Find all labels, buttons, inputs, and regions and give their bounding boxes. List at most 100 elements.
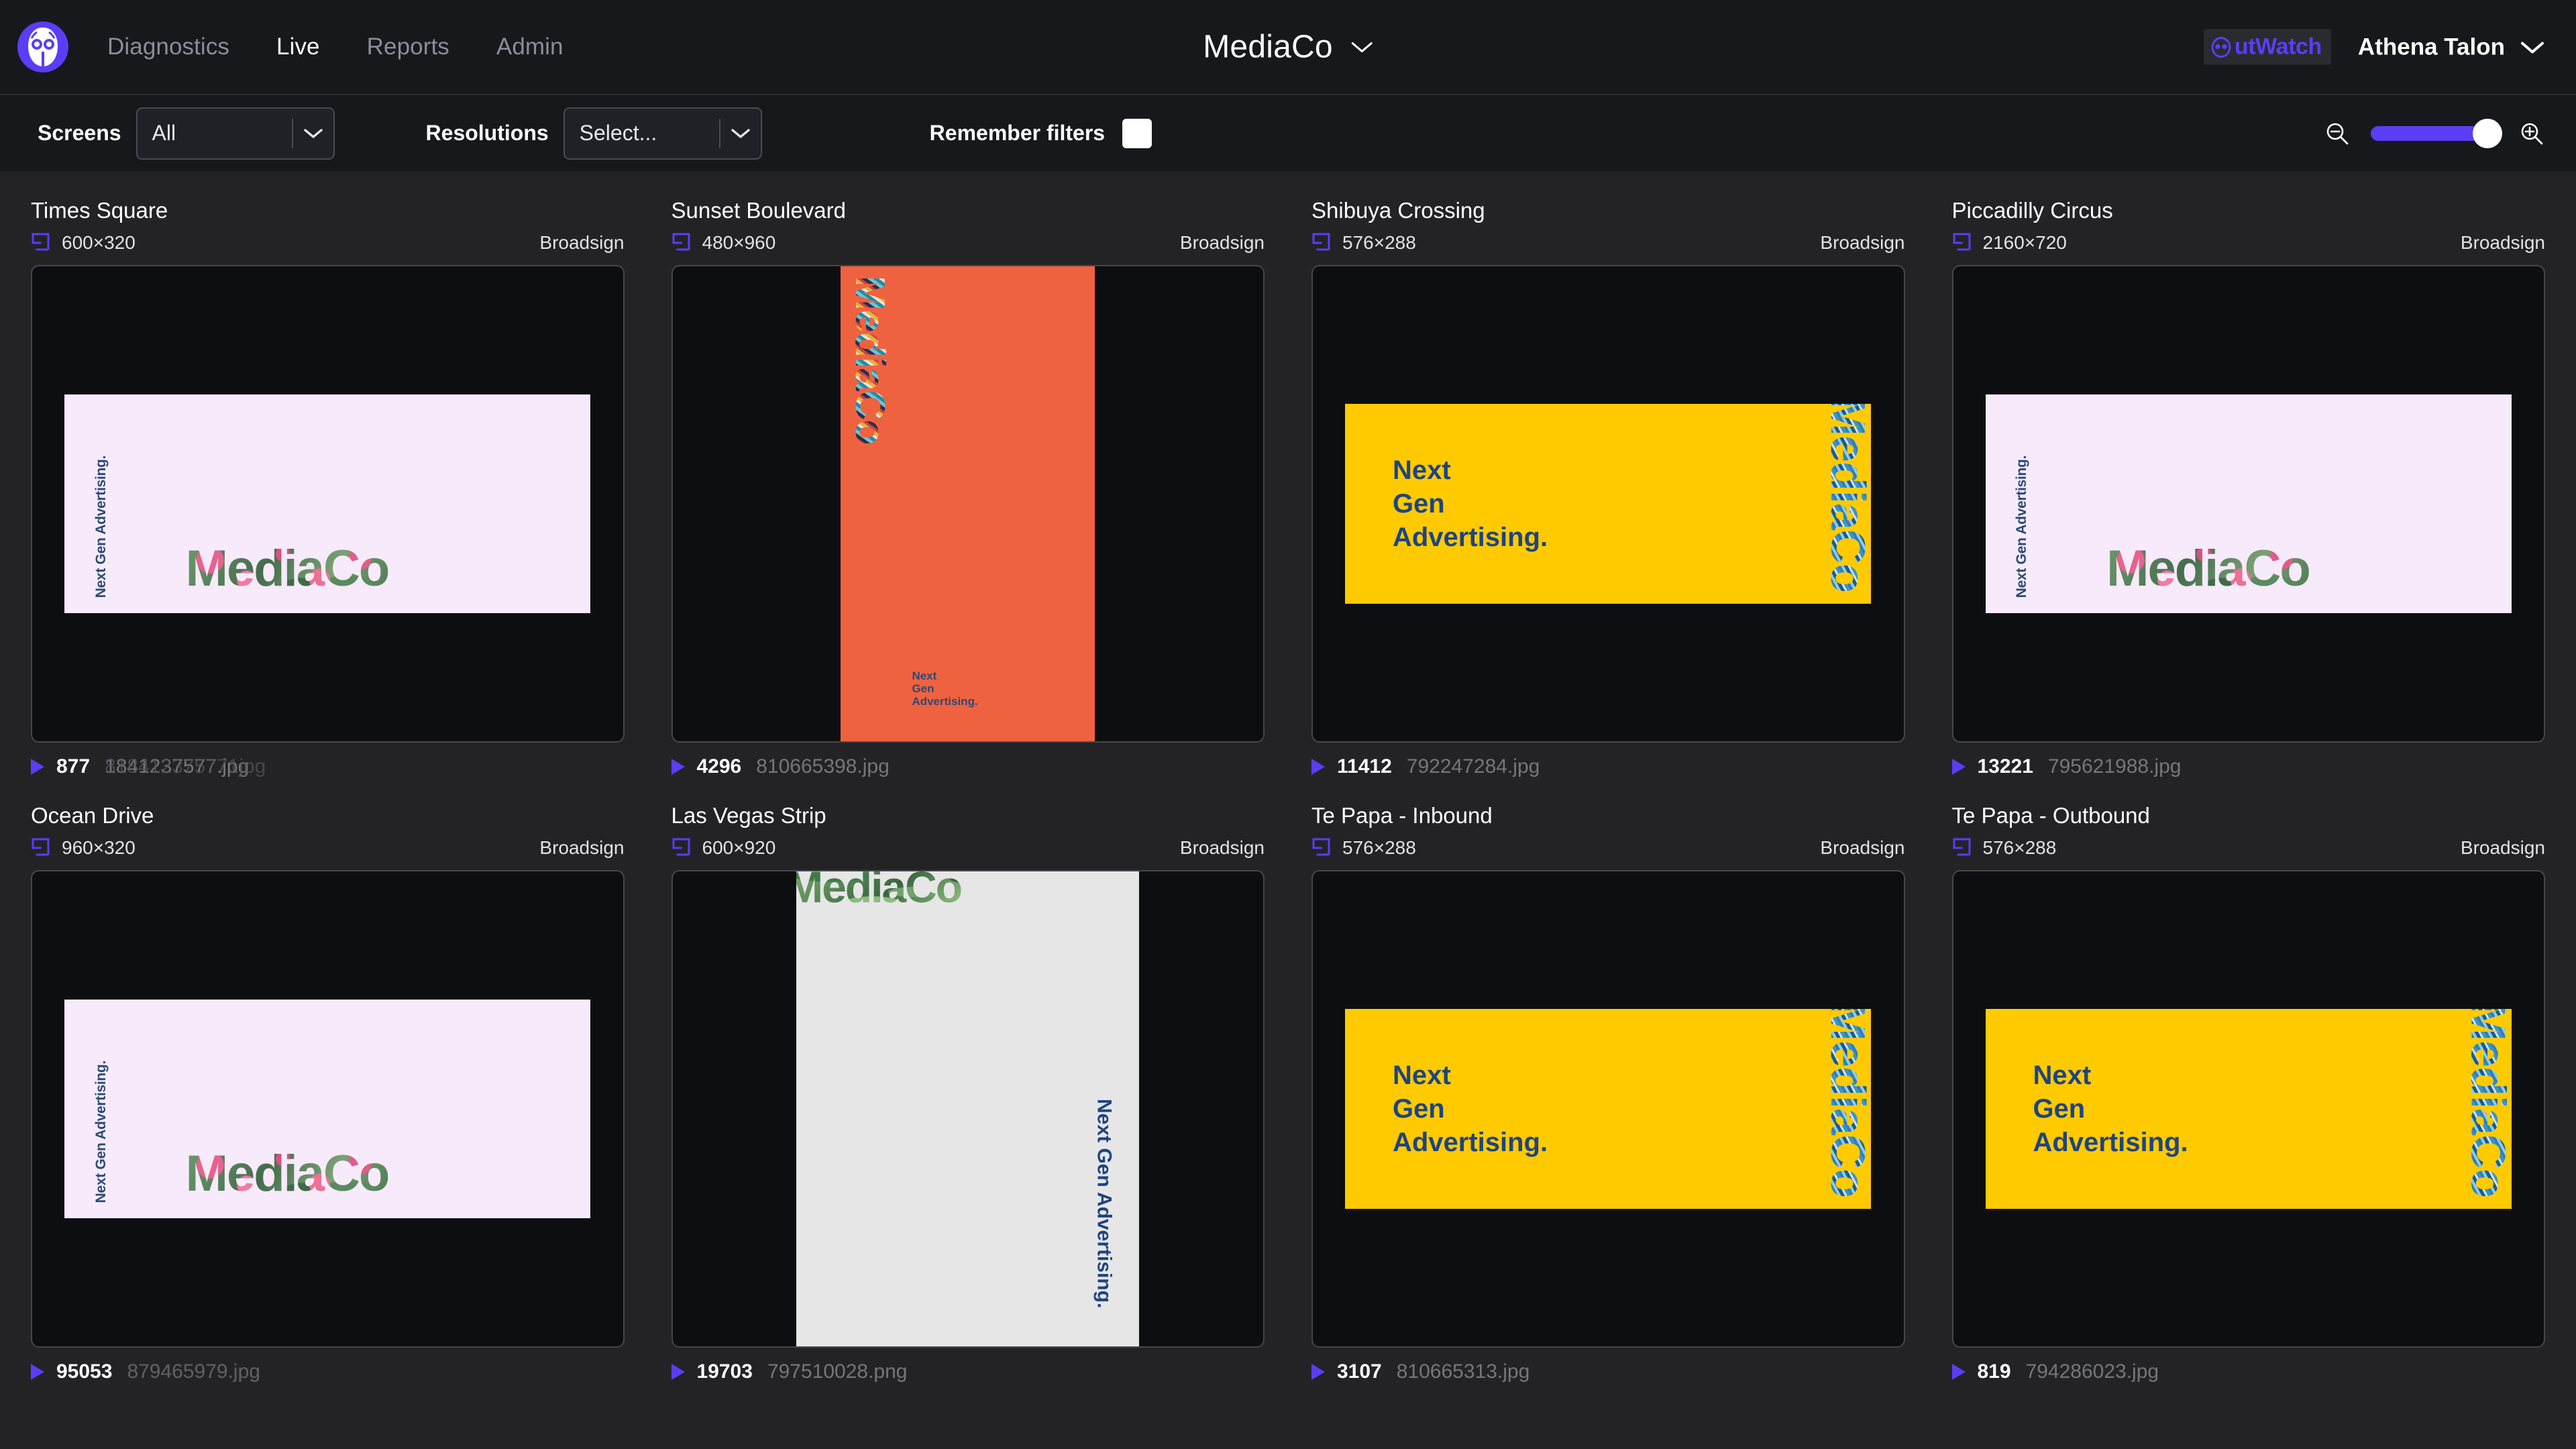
screen-title: Piccadilly Circus [1951, 198, 2113, 223]
screen-card[interactable]: Ocean Drive 960×320 Broadsign Next Gen A… [31, 803, 625, 1385]
screen-meta: 960×320 Broadsign [31, 837, 625, 859]
playback-info: 13221 795621988.jpg [1951, 753, 2546, 780]
screen-title: Ocean Drive [31, 803, 154, 828]
screen-preview[interactable]: MediaCo Next Gen Advertising. [671, 265, 1265, 743]
screen-title: Times Square [31, 198, 168, 223]
play-icon[interactable] [671, 759, 685, 775]
creative-tagline: Next Gen Advertising. [912, 669, 978, 708]
screen-card[interactable]: Te Papa - Inbound 576×288 Broadsign Next… [1311, 803, 1905, 1385]
user-menu[interactable]: Athena Talon [2358, 34, 2545, 60]
creative-canvas: Next Gen Advertising. MediaCo [64, 1000, 591, 1218]
chevron-down-icon [720, 127, 761, 140]
screen-card[interactable]: Times Square 600×320 Broadsign Next Gen … [31, 198, 625, 780]
screen-preview[interactable]: Next Gen Advertising. MediaCo [1311, 870, 1905, 1348]
creative-wordmark: MediaCo [2106, 539, 2310, 598]
brand-title: MediaCo [1203, 29, 1333, 65]
user-name: Athena Talon [2357, 34, 2505, 60]
creative-canvas: Next Gen Advertising. MediaCo [64, 394, 591, 613]
resolutions-label: Resolutions [425, 121, 549, 145]
creative-filename-text: 797510028.png [767, 1360, 908, 1383]
screen-resolution: 576×288 [1982, 837, 2057, 858]
screens-select[interactable]: All [136, 107, 335, 160]
resolutions-select[interactable]: Select... [563, 107, 762, 160]
screen-preview[interactable]: Next Gen Advertising. MediaCo [1311, 265, 1905, 743]
playback-info: 95053 879465979.jpg 879465979.jpg [31, 1358, 625, 1385]
resolution-icon [1952, 837, 1972, 859]
screen-vendor: Broadsign [2460, 232, 2545, 253]
zoom-out-icon[interactable] [2324, 120, 2351, 147]
creative-canvas: MediaCo Next Gen Advertising. [841, 266, 1095, 741]
screen-resolution: 960×320 [62, 837, 136, 858]
screen-resolution: 480×960 [702, 232, 776, 253]
playback-info: 19703 797510028.png [671, 1358, 1265, 1385]
chevron-down-icon [2520, 40, 2545, 54]
screen-meta: 600×920 Broadsign [672, 837, 1265, 859]
playback-info: 11412 792247284.jpg [1311, 753, 1905, 780]
resolution-icon [31, 232, 51, 254]
creative-filename: 818412375771jpg 1841237577.jpg [105, 755, 266, 778]
creative-tagline: Next Gen Advertising. [2014, 455, 2030, 598]
nav-item-reports[interactable]: Reports [359, 30, 458, 64]
play-icon[interactable] [1311, 1364, 1325, 1380]
nav-item-live[interactable]: Live [268, 30, 328, 64]
screen-vendor: Broadsign [539, 837, 625, 858]
play-id: 19703 [696, 1360, 753, 1383]
play-icon[interactable] [31, 1364, 44, 1380]
screen-card[interactable]: Piccadilly Circus 2160×720 Broadsign Nex… [1951, 198, 2546, 780]
screen-resolution: 600×920 [702, 837, 776, 858]
screen-card[interactable]: Sunset Boulevard 480×960 Broadsign Media… [671, 198, 1265, 780]
zoom-in-icon[interactable] [2518, 120, 2545, 147]
screen-title: Sunset Boulevard [671, 198, 847, 223]
brand-selector[interactable]: MediaCo [1203, 29, 1373, 66]
creative-wordmark: MediaCo [2461, 1009, 2512, 1197]
play-icon[interactable] [1951, 1364, 1966, 1380]
creative-filename: 795621988.jpg [2048, 755, 2182, 778]
screens-label: Screens [38, 121, 121, 145]
screen-preview[interactable]: Next Gen Advertising. MediaCo [1951, 265, 2545, 743]
screen-card[interactable]: Te Papa - Outbound 576×288 Broadsign Nex… [1951, 803, 2546, 1385]
screen-preview[interactable]: MediaCo Next Gen Advertising. [671, 870, 1265, 1348]
playback-info: 3107 810665313.jpg [1311, 1358, 1905, 1385]
screen-preview[interactable]: Next Gen Advertising. MediaCo [31, 870, 625, 1348]
outwatch-product-badge[interactable]: utWatch [2203, 29, 2331, 65]
zoom-slider[interactable] [2371, 118, 2502, 148]
creative-filename: 794286023.jpg [2026, 1360, 2159, 1383]
screen-preview[interactable]: Next Gen Advertising. MediaCo [1951, 870, 2545, 1348]
play-id: 819 [1977, 1360, 2011, 1383]
resolution-icon [31, 837, 51, 859]
play-icon[interactable] [31, 759, 44, 775]
play-icon[interactable] [671, 1364, 685, 1380]
nav-item-diagnostics[interactable]: Diagnostics [99, 30, 237, 64]
zoom-slider-knob[interactable] [2473, 118, 2502, 148]
screen-preview[interactable]: Next Gen Advertising. MediaCo [31, 265, 625, 743]
nav-item-admin[interactable]: Admin [488, 30, 572, 64]
screen-meta: 480×960 Broadsign [672, 231, 1265, 254]
resolution-icon [672, 232, 692, 254]
play-id: 95053 [56, 1360, 113, 1383]
remember-filters-label: Remember filters [929, 121, 1106, 145]
top-navigation-bar: Diagnostics Live Reports Admin MediaCo u… [0, 0, 2576, 94]
play-icon[interactable] [1951, 759, 1966, 775]
creative-canvas: Next Gen Advertising. MediaCo [1985, 1009, 2512, 1209]
creative-wordmark: MediaCo [1820, 404, 1871, 592]
play-icon[interactable] [1311, 759, 1325, 775]
screen-grid: Times Square 600×320 Broadsign Next Gen … [0, 171, 2576, 1385]
creative-tagline: Next Gen Advertising. [93, 455, 109, 598]
creative-tagline: Next Gen Advertising. [2033, 1060, 2188, 1157]
screen-card[interactable]: Shibuya Crossing 576×288 Broadsign Next G… [1311, 198, 1905, 780]
screen-resolution: 576×288 [1342, 232, 1416, 253]
remember-filters-checkbox[interactable] [1122, 118, 1152, 148]
resolution-icon [1311, 232, 1332, 254]
owl-o-icon [2210, 36, 2232, 58]
creative-filename: 797510028.png [767, 1360, 908, 1383]
creative-canvas: MediaCo Next Gen Advertising. [796, 871, 1140, 1346]
screen-meta: 576×288 Broadsign [1311, 231, 1905, 254]
screen-meta: 576×288 Broadsign [1311, 837, 1905, 859]
owl-logo-icon[interactable] [17, 21, 68, 72]
screen-resolution: 2160×720 [1982, 232, 2067, 253]
creative-tagline: Next Gen Advertising. [93, 1060, 109, 1203]
screen-card[interactable]: Las Vegas Strip 600×920 Broadsign MediaC… [671, 803, 1265, 1385]
chevron-down-icon [1350, 40, 1373, 54]
creative-canvas: Next Gen Advertising. MediaCo [1345, 1009, 1872, 1209]
playback-info: 819 794286023.jpg [1951, 1358, 2546, 1385]
